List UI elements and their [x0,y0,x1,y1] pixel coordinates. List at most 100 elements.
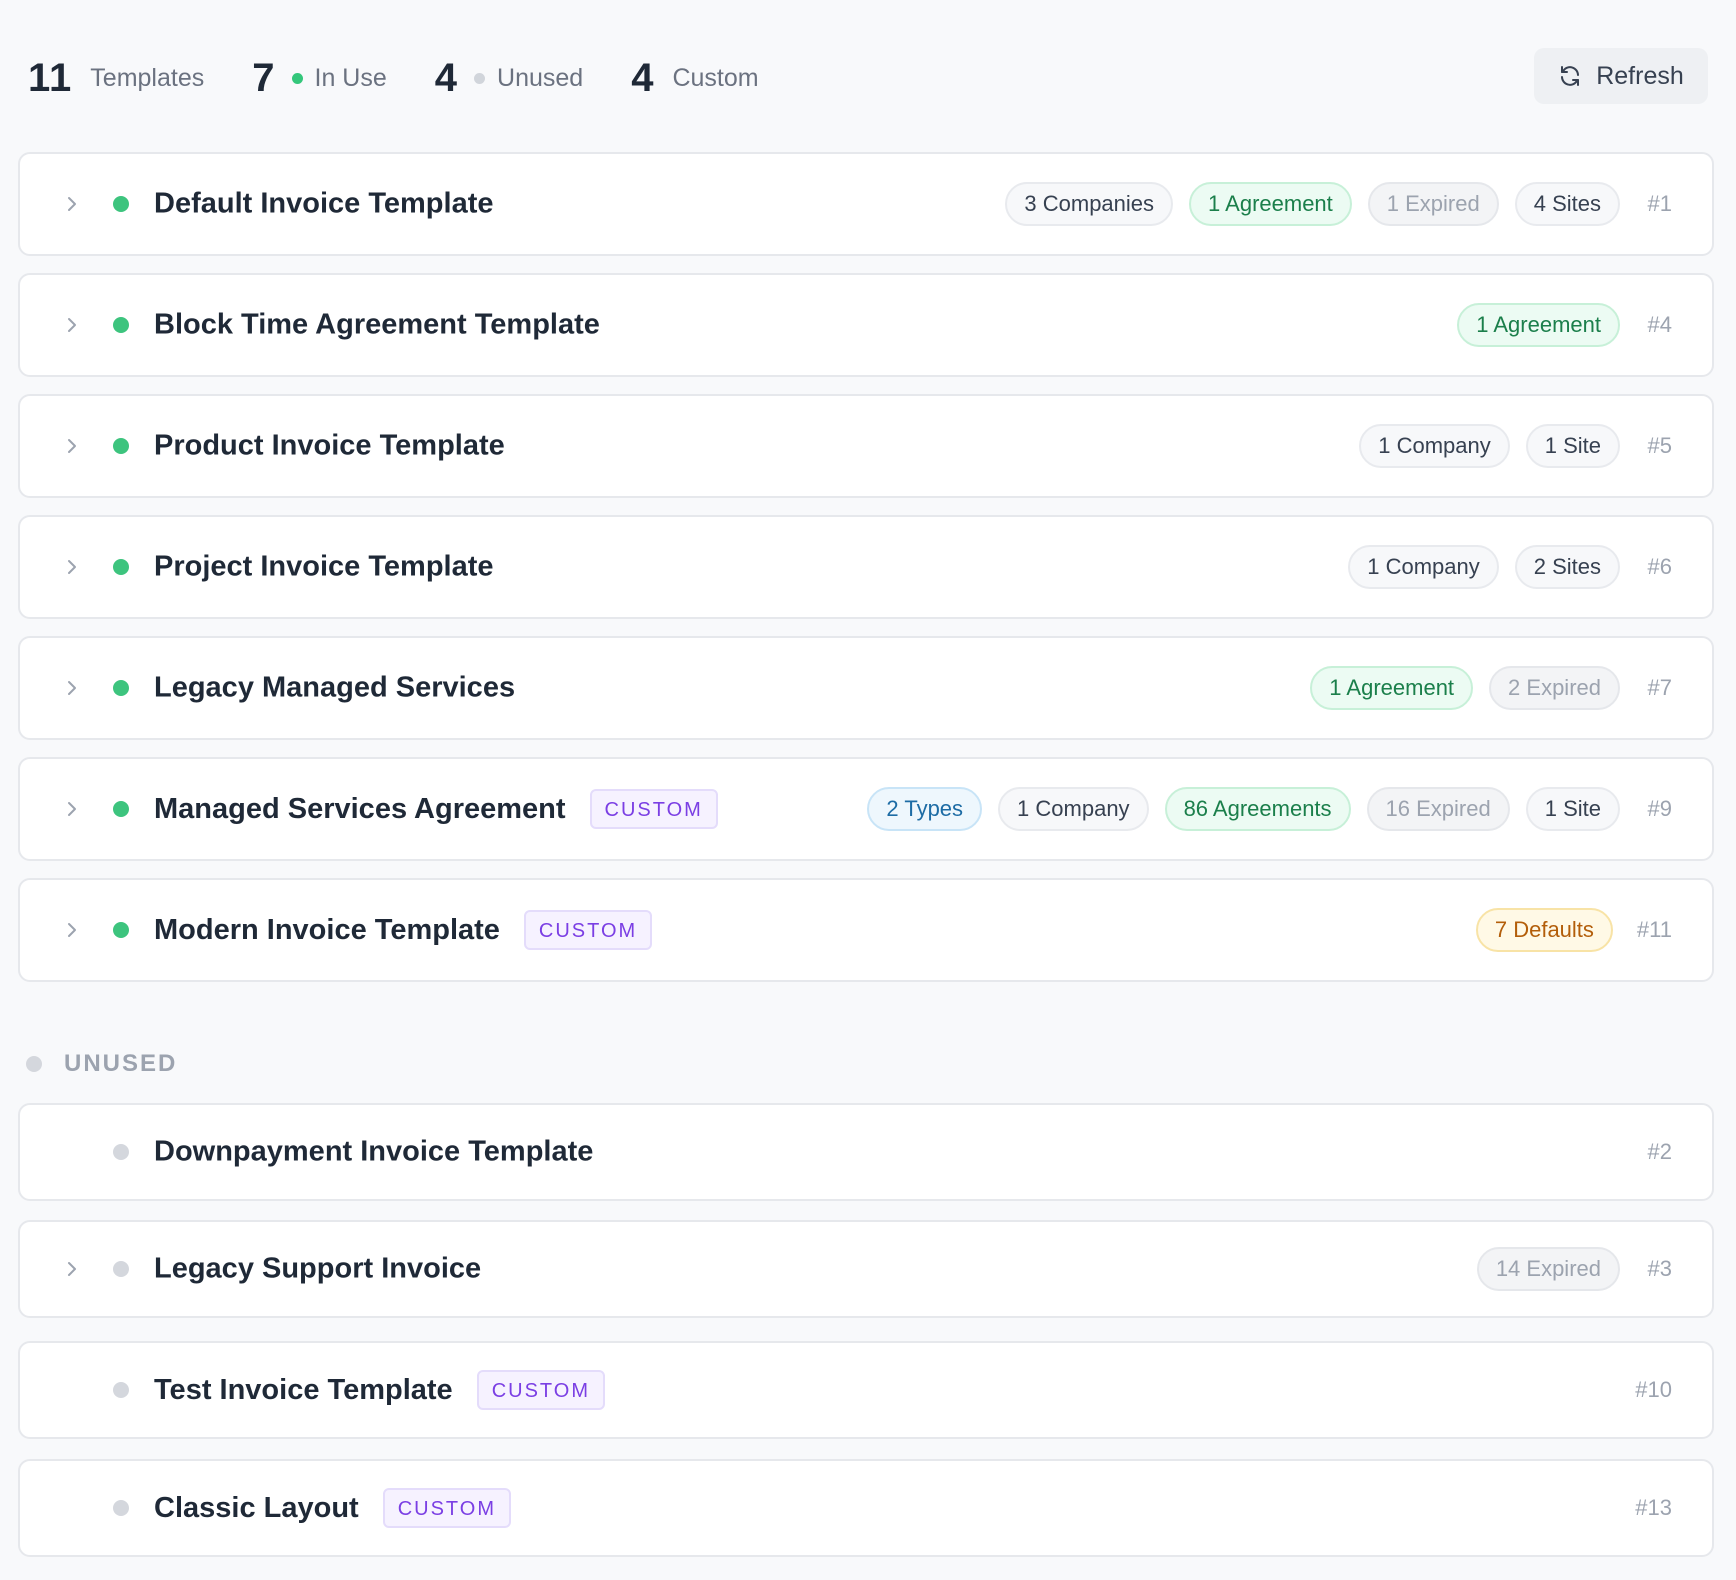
template-row[interactable]: Default Invoice Template 3 Companies 1 Agr… [18,152,1714,256]
template-row[interactable]: Modern Invoice Template CUSTOM 7 Defaults #… [18,878,1714,982]
in-use-status-dot-icon [113,559,129,575]
template-name[interactable]: Default Invoice Template [154,188,494,221]
count-pill-gray[interactable]: 1 Company [998,787,1149,831]
stat-custom: 4 Custom [631,56,758,101]
row-title-group: Managed Services Agreement CUSTOM [154,789,718,829]
template-id: #6 [1647,554,1672,579]
row-meta: 1 Company 1 Site #5 [1343,424,1672,468]
template-row[interactable]: Test Invoice Template CUSTOM #10 [18,1341,1714,1439]
template-row[interactable]: Legacy Managed Services 1 Agreement 2 Expi… [18,636,1714,740]
unused-dot-icon [474,72,486,84]
template-name[interactable]: Managed Services Agreement [154,793,566,826]
count-pill-gray[interactable]: 1 Company [1359,424,1510,468]
template-id: #10 [1635,1377,1672,1402]
count-pill-green[interactable]: 1 Agreement [1457,303,1620,347]
count-pill-gray[interactable]: 3 Companies [1005,182,1174,226]
in-use-status-dot-icon [113,922,129,938]
count-pill-yellow[interactable]: 7 Defaults [1475,908,1613,952]
count-pill-blue[interactable]: 2 Types [867,787,983,831]
row-meta: 3 Companies 1 Agreement 1 Expired 4 Sites #1 [989,182,1672,226]
count-pill-expired[interactable]: 14 Expired [1476,1247,1620,1291]
refresh-button[interactable]: Refresh [1534,48,1708,104]
stat-templates: 11 Templates [28,56,204,101]
template-name[interactable]: Project Invoice Template [154,551,494,584]
template-row[interactable]: Classic Layout CUSTOM #13 [18,1459,1714,1557]
count-pill-gray[interactable]: 4 Sites [1514,182,1620,226]
count-pill-expired[interactable]: 2 Expired [1489,666,1620,710]
row-title-group: Default Invoice Template [154,188,494,221]
template-id: #1 [1647,191,1672,216]
stat-unused: 4 Unused [435,56,583,101]
chevron-right-icon[interactable] [64,195,80,213]
stat-in-use-count: 7 [252,55,276,100]
template-name[interactable]: Legacy Support Invoice [154,1253,481,1286]
template-row[interactable]: Product Invoice Template 1 Company 1 Site #… [18,394,1714,498]
row-title-group: Test Invoice Template CUSTOM [154,1370,605,1410]
row-meta: 7 Defaults #11 [1460,908,1672,952]
count-pill-expired[interactable]: 1 Expired [1367,182,1499,226]
refresh-icon [1561,66,1580,86]
unused-status-dot-icon [113,1261,129,1277]
stat-custom-count: 4 [631,55,655,100]
chevron-right-icon[interactable] [64,800,80,818]
template-id: #9 [1647,796,1672,821]
count-pill-green[interactable]: 86 Agreements [1164,787,1351,831]
template-row[interactable]: Block Time Agreement Template 1 Agreement… [18,273,1714,377]
template-name[interactable]: Legacy Managed Services [154,672,515,705]
template-row[interactable]: Managed Services Agreement CUSTOM 2 Types 1… [18,757,1714,861]
template-id: #5 [1647,433,1672,458]
template-name[interactable]: Modern Invoice Template [154,914,500,947]
in-use-status-dot-icon [113,196,129,212]
row-meta: 2 Types 1 Company 86 Agreements 16 Expired 1… [851,787,1672,831]
count-pill-gray[interactable]: 2 Sites [1514,545,1620,589]
unused-section-dot-icon [26,1056,42,1072]
count-pill-green[interactable]: 1 Agreement [1310,666,1474,710]
template-name[interactable]: Product Invoice Template [154,430,505,463]
stat-custom-label: Custom [672,63,759,92]
row-meta: 1 Company 2 Sites #6 [1332,545,1672,589]
template-name[interactable]: Classic Layout [154,1492,359,1525]
row-title-group: Downpayment Invoice Template [154,1136,593,1169]
chevron-right-icon[interactable] [64,558,80,576]
row-meta: 14 Expired #3 [1461,1247,1672,1291]
chevron-right-icon[interactable] [64,921,80,939]
in-use-dot-icon [291,72,303,84]
count-pill-green[interactable]: 1 Agreement [1189,182,1352,226]
count-pill-gray[interactable]: 1 Company [1348,545,1499,589]
row-title-group: Legacy Support Invoice [154,1253,481,1286]
custom-tag: CUSTOM [382,1488,511,1528]
chevron-right-icon[interactable] [64,679,80,697]
in-use-status-dot-icon [113,801,129,817]
template-name[interactable]: Block Time Agreement Template [154,309,600,342]
row-title-group: Legacy Managed Services [154,672,515,705]
row-title-group: Block Time Agreement Template [154,309,600,342]
template-id: #11 [1636,917,1672,942]
row-title-group: Product Invoice Template [154,430,505,463]
stat-in-use-label: In Use [314,63,387,92]
count-pill-expired[interactable]: 16 Expired [1366,787,1510,831]
custom-tag: CUSTOM [589,789,718,829]
template-id: #7 [1647,675,1672,700]
in-use-status-dot-icon [113,680,129,696]
stat-unused-label: Unused [497,63,584,92]
template-row[interactable]: Project Invoice Template 1 Company 2 Sites… [18,515,1714,619]
in-use-status-dot-icon [113,438,129,454]
template-row[interactable]: Legacy Support Invoice 14 Expired #3 [18,1220,1714,1318]
template-name[interactable]: Test Invoice Template [154,1374,453,1407]
row-meta: #13 [1611,1495,1672,1521]
chevron-right-icon[interactable] [64,437,80,455]
count-pill-gray[interactable]: 1 Site [1525,424,1620,468]
custom-tag: CUSTOM [476,1370,605,1410]
chevron-right-icon[interactable] [64,316,80,334]
chevron-right-icon[interactable] [64,1260,80,1278]
template-row[interactable]: Downpayment Invoice Template #2 [18,1103,1714,1201]
template-id: #2 [1647,1139,1672,1164]
template-name[interactable]: Downpayment Invoice Template [154,1136,593,1169]
in-use-status-dot-icon [113,317,129,333]
unused-status-dot-icon [113,1500,129,1516]
count-pill-gray[interactable]: 1 Site [1525,787,1620,831]
refresh-label: Refresh [1596,61,1684,90]
unused-status-dot-icon [113,1382,129,1398]
unused-section-header: UNUSED [26,1050,177,1078]
stat-unused-count: 4 [434,55,459,100]
